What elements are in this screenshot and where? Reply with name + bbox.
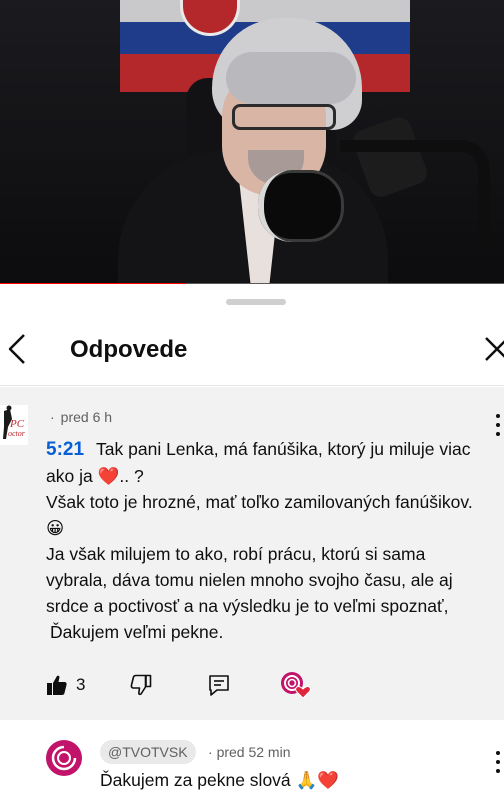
comment-body: 5:21 Tak pani Lenka, má fanúšika, ktorý j…: [46, 436, 486, 645]
microphone-ring: [258, 170, 344, 242]
close-button[interactable]: [482, 334, 504, 364]
comment-line-2: Však toto je hrozné, mať toľko zamilovan…: [46, 492, 473, 512]
comment-time: pred 6 h: [60, 409, 113, 425]
video-player[interactable]: [0, 0, 504, 284]
more-vertical-icon: [496, 414, 500, 436]
parent-comment: PC octor · pred 6 h 5:21 Tak pani Lenka, m…: [0, 387, 504, 720]
comment-line-4: Ďakujem veľmi pekne.: [50, 622, 224, 642]
presenter-hair-front: [226, 52, 356, 104]
channel-handle-badge[interactable]: @TVOTVSK: [100, 740, 196, 764]
reply-comment: @TVOTVSK · pred 52 min Ďakujem za pekne …: [0, 720, 504, 800]
close-icon: [485, 337, 504, 361]
svg-text:octor: octor: [8, 429, 26, 438]
comment-meta: · pred 6 h: [50, 409, 113, 425]
comment-line-1-tail: .. ?: [119, 466, 144, 486]
mic-arm: [340, 140, 490, 250]
dislike-button[interactable]: [130, 672, 152, 698]
timestamp-link[interactable]: 5:21: [46, 439, 84, 460]
channel-avatar[interactable]: [46, 740, 82, 776]
creator-heart-badge: [280, 672, 312, 699]
grin-emoji: 😀: [46, 518, 65, 538]
reply-more-button[interactable]: [492, 748, 504, 776]
comment-line-3: Ja však milujem to ako, robí prácu, ktor…: [46, 544, 453, 616]
like-button[interactable]: 3: [46, 672, 85, 698]
comment-more-button[interactable]: [492, 411, 504, 439]
reply-text: Ďakujem za pekne slová: [100, 770, 291, 790]
back-button[interactable]: [2, 332, 32, 366]
reply-time: pred 52 min: [216, 744, 291, 760]
reply-button[interactable]: [208, 672, 230, 698]
replies-header: Odpovede: [0, 312, 504, 386]
thumbs-up-icon: [47, 675, 67, 695]
video-progress-fill: [0, 283, 187, 284]
reply-meta: · pred 52 min: [208, 744, 291, 760]
sheet-drag-handle[interactable]: [226, 299, 286, 305]
pc-doctor-logo-icon: PC octor: [0, 405, 28, 445]
creator-heart-icon: [281, 672, 311, 699]
like-count: 3: [76, 675, 86, 694]
presenter-glasses: [232, 104, 336, 130]
channel-logo-icon: [51, 745, 77, 771]
reply-body: Ďakujem za pekne slová 🙏❤️: [100, 770, 339, 791]
more-vertical-icon: [496, 751, 500, 773]
commenter-avatar[interactable]: PC octor: [0, 405, 28, 445]
comment-actions: 3: [46, 672, 346, 699]
comment-icon: [209, 675, 229, 696]
chevron-left-icon: [8, 334, 25, 364]
thumbs-down-icon: [130, 674, 152, 696]
heart-emoji: ❤️: [97, 466, 120, 486]
page-title: Odpovede: [70, 336, 188, 363]
video-progress-bar[interactable]: [0, 283, 504, 284]
reply-emojis: 🙏❤️: [295, 770, 340, 790]
